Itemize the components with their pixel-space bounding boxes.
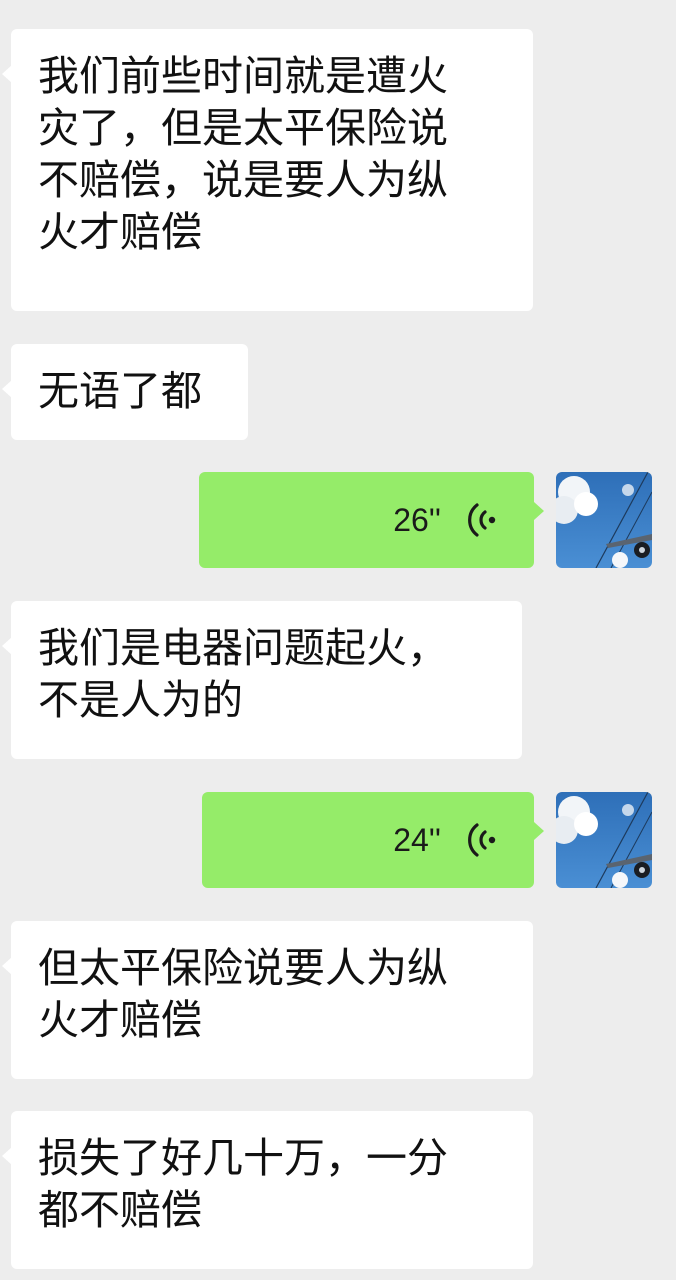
avatar[interactable] [556, 472, 652, 568]
voice-wave-icon [468, 503, 496, 537]
voice-duration: 24'' [393, 822, 441, 858]
incoming-message-bubble[interactable]: 但太平保险说要人为纵 火才赔偿 [2, 921, 533, 1079]
voice-wave-icon [468, 823, 496, 857]
incoming-message-bubble[interactable]: 我们前些时间就是遭火 灾了，但是太平保险说 不赔偿，说是要人为纵 火才赔偿 [2, 29, 533, 311]
incoming-message-bubble[interactable]: 无语了都 [2, 344, 248, 440]
incoming-message-bubble[interactable]: 损失了好几十万，一分 都不赔偿 [2, 1111, 533, 1269]
voice-duration: 26'' [393, 502, 441, 538]
incoming-message-bubble[interactable]: 我们是电器问题起火， 不是人为的 [2, 601, 522, 759]
outgoing-voice-message[interactable]: 26'' [199, 472, 544, 568]
outgoing-voice-message[interactable]: 24'' [202, 792, 544, 888]
avatar[interactable] [556, 792, 652, 888]
